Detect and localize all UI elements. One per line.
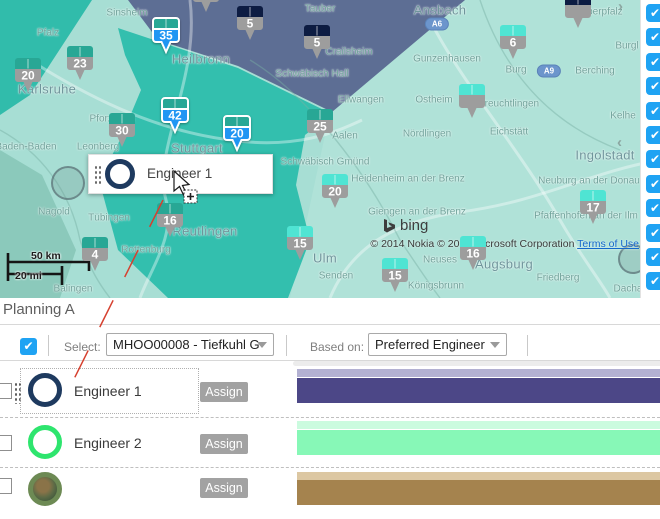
svg-text:15: 15	[388, 269, 402, 283]
based-on-value: Preferred Engineer	[375, 337, 485, 352]
engineer-avatar	[28, 425, 62, 459]
map-pin[interactable]: 35	[151, 16, 181, 56]
page-title: Planning A	[3, 301, 75, 318]
map-region[interactable]: PfalzSinsheimHeilbronnSchwäbisch HallKar…	[0, 0, 660, 298]
order-select-dropdown[interactable]: MHOO00008 - Tiefkuhl G	[106, 333, 274, 356]
gantt-bar-primary	[297, 480, 660, 505]
engineer-drag-card[interactable]: Engineer 1	[88, 154, 273, 194]
engineer-name: Engineer 1	[74, 383, 142, 399]
layer-checkbox[interactable]: ✔	[646, 175, 660, 193]
app-root: PfalzSinsheimHeilbronnSchwäbisch HallKar…	[0, 0, 660, 483]
map-attribution: © 2014 Nokia © 2014 Microsoft Corporatio…	[370, 238, 639, 250]
map-pin[interactable]: 4	[80, 235, 110, 275]
map-pin[interactable]: 16	[155, 201, 185, 241]
map-pin[interactable]	[191, 0, 221, 16]
drag-handle-icon[interactable]	[94, 165, 101, 185]
map-pin[interactable]: 25	[305, 107, 335, 147]
engineer-avatar	[105, 159, 135, 189]
svg-text:5: 5	[314, 36, 321, 50]
based-on-label: Based on:	[310, 340, 364, 354]
svg-text:4: 4	[92, 248, 99, 262]
svg-text:20: 20	[328, 185, 342, 199]
gantt-bar-primary	[297, 430, 660, 455]
map-pin[interactable]: 30	[107, 111, 137, 151]
map-pin[interactable]: 16	[458, 234, 488, 274]
layer-checkbox[interactable]: ✔	[646, 248, 660, 266]
svg-text:25: 25	[313, 120, 327, 134]
select-all-checkbox[interactable]: ✔	[20, 338, 37, 355]
svg-text:20: 20	[230, 127, 244, 141]
map-pin[interactable]: 20	[222, 114, 252, 154]
engineer-name: Engineer 1	[147, 166, 212, 181]
row-checkbox[interactable]	[0, 435, 12, 451]
map-pin[interactable]	[457, 82, 487, 122]
svg-text:20: 20	[21, 69, 35, 83]
layer-checkbox[interactable]: ✔	[646, 199, 660, 217]
layer-checkbox[interactable]: ✔	[646, 4, 660, 22]
engineer-row[interactable]: Engineer 2 Assign	[0, 418, 660, 468]
layer-checkbox[interactable]: ✔	[646, 28, 660, 46]
engineer-avatar	[28, 373, 62, 407]
map-pin[interactable]: 15	[380, 256, 410, 296]
chevron-down-icon	[490, 342, 500, 348]
engineer-avatar	[28, 472, 62, 506]
divider	[48, 335, 49, 356]
map-pin[interactable]: 17	[578, 188, 608, 228]
layer-checkbox[interactable]: ✔	[646, 150, 660, 168]
svg-text:16: 16	[163, 214, 177, 228]
based-on-dropdown[interactable]: Preferred Engineer	[368, 333, 507, 356]
svg-text:30: 30	[115, 124, 129, 138]
layer-checkbox[interactable]: ✔	[646, 224, 660, 242]
svg-text:17: 17	[586, 201, 600, 215]
engineer-name: Engineer 2	[74, 435, 142, 451]
map-pin[interactable]: 15	[285, 224, 315, 264]
map-pin[interactable]: 20	[13, 56, 43, 96]
map-pin[interactable]: 23	[65, 44, 95, 84]
engineer-row[interactable]: Assign	[0, 469, 660, 519]
map-radius-circle	[51, 166, 85, 200]
divider	[527, 335, 528, 356]
engineer-row[interactable]: Engineer 1 Assign	[0, 366, 660, 416]
map-pin[interactable]: 5	[235, 4, 265, 44]
map-pan-left-icon[interactable]: ‹	[617, 138, 622, 148]
row-separator	[0, 467, 660, 468]
map-pin[interactable]: 5	[302, 23, 332, 63]
gantt-bar-secondary	[297, 369, 660, 377]
order-select-value: MHOO00008 - Tiefkuhl G	[113, 337, 260, 352]
planning-toolbar: ✔ Select: MHOO00008 - Tiefkuhl G Based o…	[0, 325, 660, 361]
map-pin[interactable]: 42	[160, 96, 190, 136]
svg-text:5: 5	[247, 17, 254, 31]
terms-of-use-link[interactable]: Terms of Use	[577, 238, 639, 250]
svg-text:23: 23	[73, 57, 87, 71]
assign-button[interactable]: Assign	[200, 478, 248, 498]
layer-checkbox[interactable]: ✔	[646, 53, 660, 71]
row-checkbox[interactable]	[0, 478, 12, 494]
map-pan-right-icon[interactable]: ›	[618, 2, 623, 12]
map-pin[interactable]: 20	[320, 172, 350, 212]
layer-checkbox[interactable]: ✔	[646, 272, 660, 290]
layer-checkbox[interactable]: ✔	[646, 102, 660, 120]
map-layers-checkbox-strip: ✔ ✔ ✔ ✔ ✔ ✔ ✔ ✔ ✔ ✔ ✔ ✔	[640, 0, 660, 298]
gantt-bar-secondary	[297, 472, 660, 480]
layer-checkbox[interactable]: ✔	[646, 77, 660, 95]
svg-text:6: 6	[510, 36, 517, 50]
gantt-bar-secondary	[297, 421, 660, 429]
chevron-down-icon	[257, 342, 267, 348]
svg-text:15: 15	[293, 237, 307, 251]
svg-text:35: 35	[159, 29, 173, 43]
svg-text:16: 16	[466, 247, 480, 261]
map-pin[interactable]	[563, 0, 593, 32]
layer-checkbox[interactable]: ✔	[646, 126, 660, 144]
select-label: Select:	[64, 340, 101, 354]
row-checkbox[interactable]	[0, 383, 12, 399]
svg-text:42: 42	[168, 109, 182, 123]
divider	[286, 335, 287, 356]
assign-button[interactable]: Assign	[200, 382, 248, 402]
map-pin[interactable]: 6	[498, 23, 528, 63]
assign-button[interactable]: Assign	[200, 434, 248, 454]
gantt-bar-primary	[297, 378, 660, 403]
